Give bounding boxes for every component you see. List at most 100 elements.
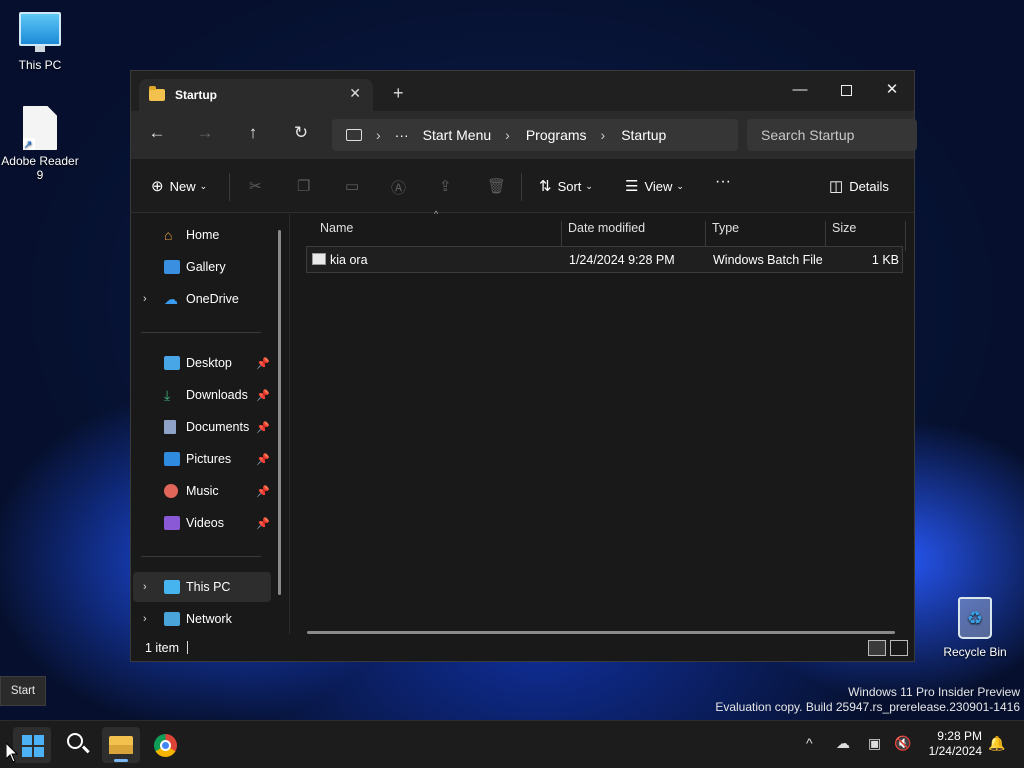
- details-pane-icon: ◫: [829, 178, 844, 195]
- chevron-right-icon[interactable]: ›: [143, 581, 147, 593]
- maximize-icon: [840, 84, 852, 96]
- close-window-button[interactable]: ✕: [869, 75, 915, 105]
- recycle-bin-icon: ♻: [958, 597, 992, 639]
- sidebar-item-documents[interactable]: Documents 📌: [131, 412, 271, 442]
- sidebar-item-videos[interactable]: Videos 📌: [131, 508, 271, 538]
- pin-icon[interactable]: 📌: [256, 389, 270, 402]
- breadcrumb-more[interactable]: ···: [395, 127, 409, 143]
- sidebar-item-onedrive[interactable]: › ☁ OneDrive: [131, 284, 271, 314]
- rename-button[interactable]: Ⓐ: [391, 177, 406, 198]
- navigation-pane: ⌂ Home Gallery › ☁ OneDrive Desktop 📌 ⤓ …: [131, 214, 289, 634]
- back-button[interactable]: ←: [145, 123, 169, 143]
- title-bar: Startup ✕ + — ✕: [131, 71, 914, 111]
- network-icon: [164, 612, 180, 626]
- sidebar-item-music[interactable]: Music 📌: [131, 476, 271, 506]
- clock-date: 1/24/2024: [928, 744, 982, 758]
- breadcrumb-start-menu[interactable]: Start Menu: [423, 127, 491, 143]
- chrome-icon: [154, 734, 177, 757]
- tab-title: Startup: [175, 88, 217, 102]
- sidebar-item-pictures[interactable]: Pictures 📌: [131, 444, 271, 474]
- clock[interactable]: 9:28 PM 1/24/2024: [918, 729, 982, 759]
- cut-icon: ✂: [249, 178, 262, 195]
- search-input[interactable]: Search Startup: [747, 119, 917, 151]
- sidebar-item-label: Downloads: [186, 388, 248, 402]
- evaluation-watermark: Windows 11 Pro Insider Preview Evaluatio…: [715, 685, 1020, 715]
- rename-icon: Ⓐ: [391, 180, 407, 197]
- new-tab-button[interactable]: +: [393, 83, 404, 104]
- file-explorer-taskbar-button[interactable]: [102, 727, 140, 763]
- sort-button[interactable]: ⇅ Sort ⌄: [539, 177, 593, 195]
- paste-button[interactable]: ▭: [345, 177, 359, 195]
- batch-file-icon: [312, 253, 326, 265]
- column-header-size[interactable]: Size: [832, 221, 856, 235]
- column-header-type[interactable]: Type: [712, 221, 739, 235]
- desktop-icon-adobe-reader[interactable]: ↗ Adobe Reader 9: [0, 106, 80, 182]
- details-button[interactable]: ◫ Details: [829, 177, 889, 195]
- command-bar: ⊕ New ⌄ ✂ ❐ ▭ Ⓐ ⇪ 🗑 ⇅ Sort ⌄ ☰ View ⌄ ··…: [131, 159, 914, 213]
- show-hidden-icons-button[interactable]: ^: [806, 735, 813, 751]
- watermark-line: Evaluation copy. Build 25947.rs_prerelea…: [715, 700, 1020, 714]
- desktop-icon-this-pc[interactable]: This PC: [0, 12, 80, 72]
- breadcrumb-separator: ›: [505, 127, 510, 143]
- plus-circle-icon: ⊕: [151, 178, 164, 195]
- gallery-icon: [164, 260, 180, 274]
- sidebar-item-home[interactable]: ⌂ Home: [131, 220, 271, 250]
- maximize-button[interactable]: [823, 75, 869, 105]
- breadcrumb-startup[interactable]: Startup: [621, 127, 666, 143]
- sidebar-item-label: Pictures: [186, 452, 232, 466]
- notification-bell-icon[interactable]: 🔔: [988, 735, 1005, 752]
- desktop-icon-label: Recycle Bin: [943, 645, 1007, 659]
- tab-startup[interactable]: Startup ✕: [139, 79, 373, 111]
- this-pc-icon: [164, 580, 180, 594]
- refresh-button[interactable]: ↻: [289, 123, 313, 143]
- minimize-button[interactable]: —: [777, 75, 823, 105]
- sidebar-item-desktop[interactable]: Desktop 📌: [131, 348, 271, 378]
- sidebar-item-this-pc[interactable]: › This PC: [133, 572, 271, 602]
- sort-label: Sort: [557, 178, 582, 194]
- pin-icon[interactable]: 📌: [256, 485, 270, 498]
- pin-icon[interactable]: 📌: [256, 517, 270, 530]
- column-header-name[interactable]: Name: [320, 221, 353, 235]
- new-button[interactable]: ⊕ New ⌄: [151, 177, 207, 195]
- cut-button[interactable]: ✂: [249, 177, 262, 195]
- column-divider[interactable]: [905, 221, 906, 251]
- copy-button[interactable]: ❐: [297, 177, 310, 195]
- chevron-down-icon: ⌄: [585, 180, 593, 191]
- pane-divider[interactable]: [289, 214, 290, 634]
- chrome-taskbar-button[interactable]: [146, 727, 184, 763]
- chevron-right-icon[interactable]: ›: [143, 293, 147, 305]
- file-row[interactable]: kia ora 1/24/2024 9:28 PM Windows Batch …: [306, 246, 903, 273]
- sidebar-item-label: This PC: [186, 580, 231, 594]
- sort-icon: ⇅: [539, 178, 552, 195]
- pin-icon[interactable]: 📌: [256, 453, 270, 466]
- close-tab-icon[interactable]: ✕: [349, 85, 361, 102]
- view-button[interactable]: ☰ View ⌄: [625, 177, 684, 195]
- details-view-button[interactable]: [868, 640, 886, 656]
- horizontal-scrollbar[interactable]: [307, 631, 895, 634]
- breadcrumb-programs[interactable]: Programs: [526, 127, 587, 143]
- up-button[interactable]: ↑: [241, 123, 265, 143]
- onedrive-offline-icon[interactable]: ☁: [836, 735, 850, 752]
- sidebar-item-gallery[interactable]: Gallery: [131, 252, 271, 282]
- sidebar-item-network[interactable]: › Network: [131, 604, 271, 634]
- videos-icon: [164, 516, 180, 530]
- delete-button[interactable]: 🗑: [487, 177, 506, 195]
- pin-icon[interactable]: 📌: [256, 421, 270, 434]
- windows-logo-icon: [22, 735, 44, 757]
- network-icon[interactable]: ▣: [868, 735, 881, 752]
- folder-icon: [149, 86, 165, 101]
- more-options-button[interactable]: ···: [715, 173, 731, 191]
- sidebar-item-downloads[interactable]: ⤓ Downloads 📌: [131, 380, 271, 410]
- chevron-right-icon[interactable]: ›: [143, 613, 147, 625]
- share-button[interactable]: ⇪: [439, 177, 452, 195]
- volume-muted-icon[interactable]: 🔇: [894, 735, 911, 752]
- desktop-icon-recycle-bin[interactable]: ♻ Recycle Bin: [935, 597, 1015, 659]
- sidebar-scrollbar[interactable]: [278, 230, 281, 595]
- tiles-view-button[interactable]: [890, 640, 908, 656]
- pin-icon[interactable]: 📌: [256, 357, 270, 370]
- column-header-date[interactable]: Date modified: [568, 221, 645, 235]
- search-button[interactable]: [58, 727, 96, 763]
- address-bar[interactable]: › ··· Start Menu › Programs › Startup: [332, 119, 738, 151]
- forward-button[interactable]: →: [193, 123, 217, 143]
- start-button[interactable]: [13, 727, 51, 763]
